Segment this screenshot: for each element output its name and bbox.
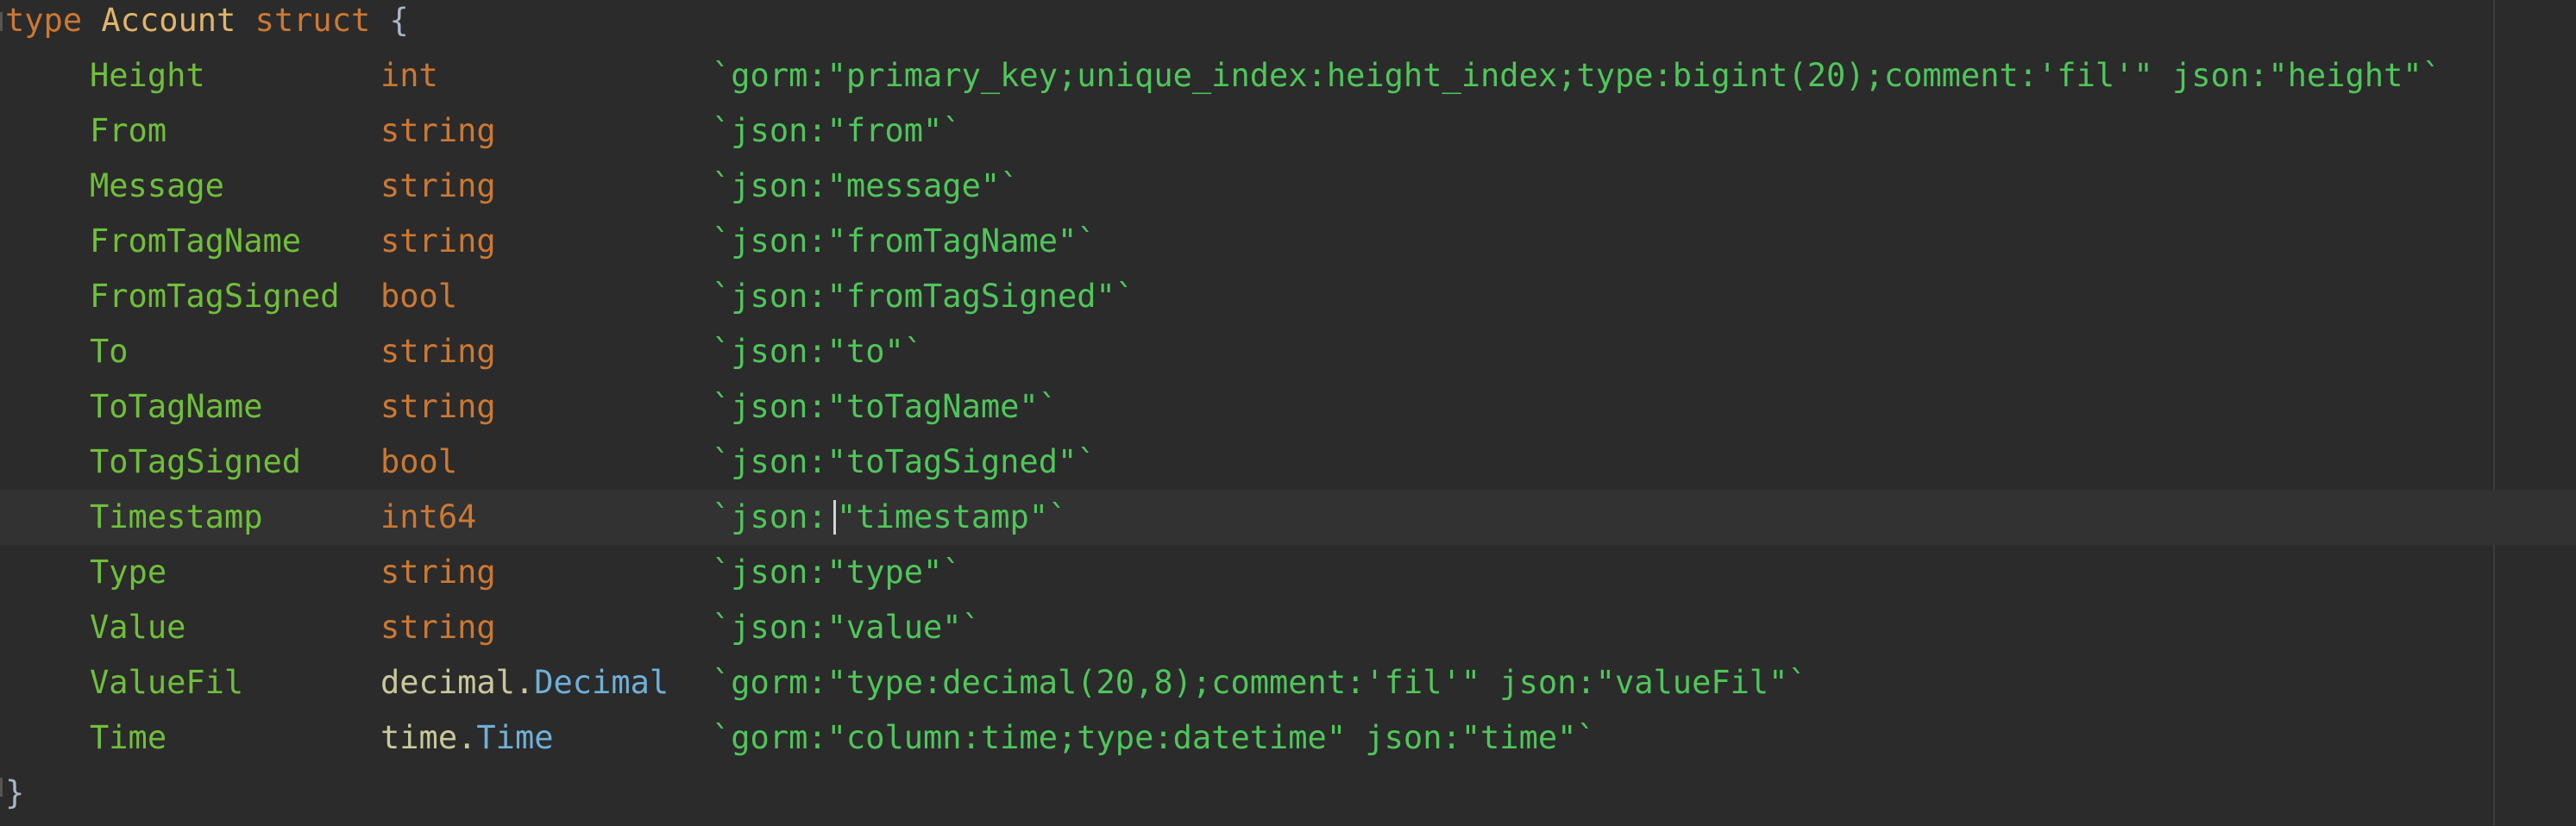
keyword-struct: struct: [254, 2, 371, 39]
code-line-field[interactable]: ValueFil decimal.Decimal `gorm:"type:dec…: [0, 655, 2576, 710]
code-line-field[interactable]: Value string `json:"value"`: [0, 600, 2576, 655]
field-name: ToTagSigned: [90, 443, 302, 480]
struct-tag: `json:"type"`: [712, 554, 962, 591]
type-package: time.: [380, 719, 477, 756]
field-name: Timestamp: [90, 498, 263, 535]
field-type: string: [380, 222, 496, 260]
type-declaration: type Account struct {: [5, 0, 409, 48]
field-name: Value: [90, 609, 186, 646]
code-line-field[interactable]: ToTagName string `json:"toTagName"`: [0, 379, 2576, 435]
code-line-field[interactable]: From string `json:"from"`: [0, 103, 2576, 159]
struct-tag: `json:"message"`: [712, 167, 1020, 204]
struct-tag: `json:"toTagName"`: [712, 388, 1058, 425]
code-line-field[interactable]: FromTagSigned bool `json:"fromTagSigned"…: [0, 269, 2576, 324]
code-line-field[interactable]: Type string `json:"type"`: [0, 545, 2576, 600]
code-line-field[interactable]: Message string `json:"message"`: [0, 159, 2576, 214]
struct-tag: `gorm:"column:time;type:datetime" json:"…: [712, 719, 1596, 756]
field-name: ValueFil: [90, 664, 244, 701]
struct-tag: `gorm:"type:decimal(20,8);comment:'fil'"…: [712, 664, 1807, 701]
field-name: To: [90, 333, 129, 370]
struct-tag: `json:"value"`: [712, 609, 981, 646]
field-name: Type: [90, 554, 167, 591]
text-cursor: [833, 500, 836, 535]
keyword-type: type: [5, 2, 83, 39]
field-name: From: [90, 112, 167, 149]
field-type: time.Time: [380, 710, 554, 766]
field-name: FromTagSigned: [90, 278, 340, 315]
code-line-field[interactable]: Height int `gorm:"primary_key;unique_ind…: [0, 48, 2576, 103]
struct-tag-open: `json:: [712, 498, 827, 535]
struct-tag-rest: "timestamp"`: [837, 498, 1068, 535]
field-type: int: [380, 57, 438, 94]
field-type: string: [380, 388, 496, 425]
gutter-fold-marker[interactable]: [0, 12, 3, 31]
field-type: int64: [380, 498, 477, 535]
code-line-footer[interactable]: }: [0, 766, 2576, 821]
field-type: bool: [380, 443, 458, 480]
field-name: FromTagName: [90, 222, 302, 260]
struct-tag: `json:"to"`: [712, 333, 924, 370]
struct-tag: `json:"fromTagSigned"`: [712, 278, 1135, 315]
type-package: decimal.: [380, 664, 535, 701]
field-type: string: [380, 554, 496, 591]
code-editor[interactable]: type Account struct { Height int `gorm:"…: [0, 0, 2576, 826]
field-type: string: [380, 333, 496, 370]
struct-name: Account: [101, 2, 236, 39]
struct-tag: `gorm:"primary_key;unique_index:height_i…: [712, 57, 2441, 94]
field-name: Message: [90, 167, 224, 204]
code-line-field[interactable]: Time time.Time `gorm:"column:time;type:d…: [0, 710, 2576, 766]
code-line-field[interactable]: To string `json:"to"`: [0, 324, 2576, 379]
brace-close: }: [5, 774, 25, 811]
field-type: string: [380, 609, 496, 646]
field-type: decimal.Decimal: [380, 655, 669, 710]
type-name: Decimal: [534, 664, 669, 701]
field-type: string: [380, 112, 496, 149]
field-name: ToTagName: [90, 388, 263, 425]
code-line-field[interactable]: ToTagSigned bool `json:"toTagSigned"`: [0, 435, 2576, 490]
field-type: string: [380, 167, 496, 204]
gutter-fold-marker[interactable]: [0, 778, 3, 797]
struct-tag: `json:"fromTagName"`: [712, 222, 1096, 260]
code-line-field[interactable]: FromTagName string `json:"fromTagName"`: [0, 214, 2576, 269]
field-name: Time: [90, 719, 167, 756]
brace-open: {: [389, 2, 409, 39]
struct-tag: `json:"from"`: [712, 112, 962, 149]
struct-tag: `json:"toTagSigned"`: [712, 443, 1096, 480]
code-line-current[interactable]: Timestamp int64 `json: "timestamp"`: [0, 490, 2576, 545]
code-line-header[interactable]: type Account struct {: [0, 0, 2576, 48]
field-name: Height: [90, 57, 205, 94]
field-type: bool: [380, 278, 458, 315]
type-name: Time: [476, 719, 554, 756]
